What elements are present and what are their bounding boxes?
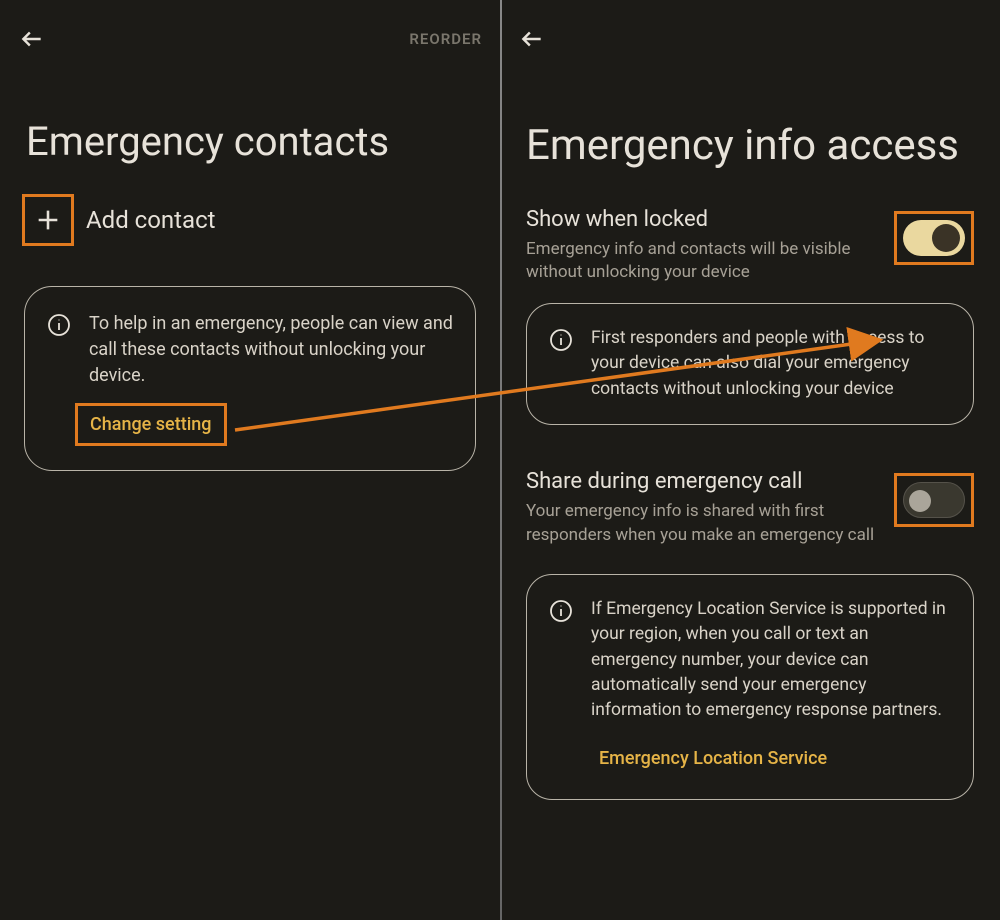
share-during-call-toggle-highlight	[894, 473, 974, 527]
back-button[interactable]	[18, 25, 46, 53]
responders-info-card: First responders and people with access …	[526, 303, 974, 425]
show-when-locked-toggle[interactable]	[903, 220, 965, 256]
add-contact-row[interactable]: Add contact	[0, 194, 500, 246]
share-during-call-toggle[interactable]	[903, 482, 965, 518]
pane-divider	[500, 0, 502, 920]
info-icon	[47, 313, 73, 339]
back-button[interactable]	[518, 25, 546, 53]
info-icon	[549, 599, 575, 625]
add-contact-icon-button[interactable]	[22, 194, 74, 246]
reorder-button[interactable]: REORDER	[409, 30, 482, 48]
change-setting-link[interactable]: Change setting	[75, 403, 227, 446]
setting-title: Share during emergency call	[526, 469, 878, 494]
share-during-call-setting[interactable]: Share during emergency call Your emergen…	[500, 465, 1000, 548]
info-card-text: To help in an emergency, people can view…	[89, 311, 453, 389]
info-icon	[549, 328, 575, 354]
setting-title: Show when locked	[526, 207, 878, 232]
add-contact-label: Add contact	[86, 206, 216, 234]
page-title: Emergency contacts	[0, 60, 500, 194]
emergency-contacts-screen: REORDER Emergency contacts Add contact T…	[0, 0, 500, 920]
responders-info-text: First responders and people with access …	[591, 326, 951, 402]
emergency-info-card: To help in an emergency, people can view…	[24, 286, 476, 471]
emergency-location-service-link[interactable]: Emergency Location Service	[587, 740, 839, 777]
setting-description: Emergency info and contacts will be visi…	[526, 238, 878, 286]
page-title: Emergency info access	[500, 60, 1000, 203]
arrow-left-icon	[519, 26, 545, 52]
els-info-text: If Emergency Location Service is support…	[591, 597, 951, 724]
emergency-info-access-screen: Emergency info access Show when locked E…	[500, 0, 1000, 920]
setting-description: Your emergency info is shared with first…	[526, 500, 878, 548]
show-when-locked-setting[interactable]: Show when locked Emergency info and cont…	[500, 203, 1000, 286]
els-info-card: If Emergency Location Service is support…	[526, 574, 974, 800]
plus-icon	[34, 206, 62, 234]
show-when-locked-toggle-highlight	[894, 211, 974, 265]
arrow-left-icon	[19, 26, 45, 52]
